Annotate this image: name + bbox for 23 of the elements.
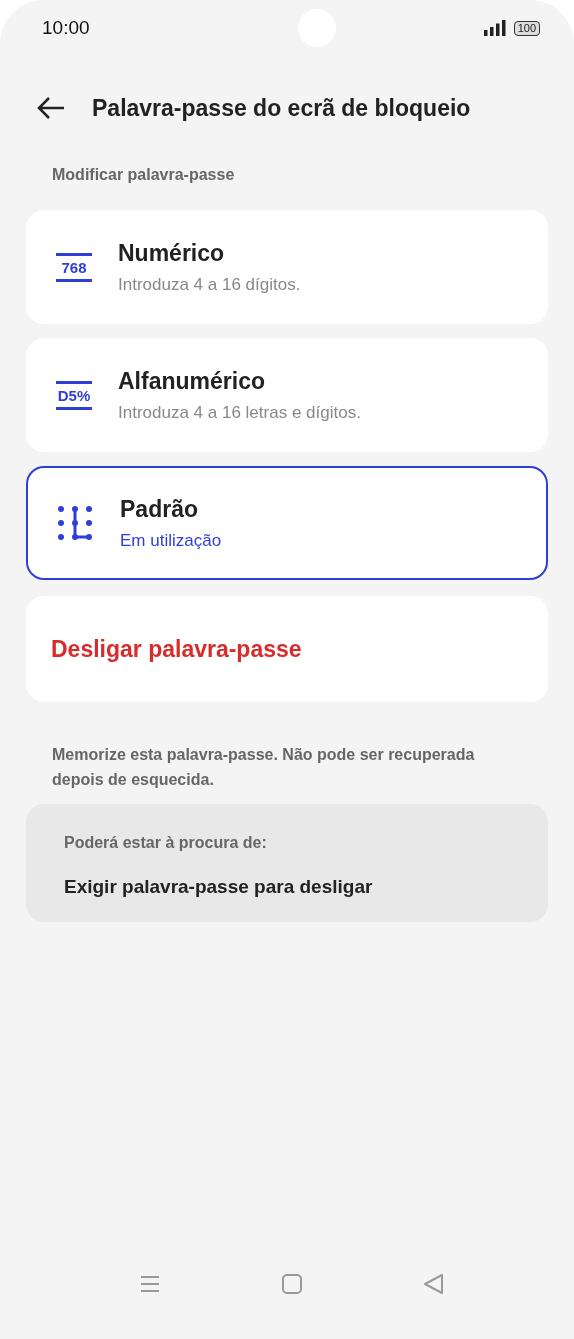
option-subtitle: Em utilização — [120, 530, 222, 551]
section-label: Modificar palavra-passe — [51, 166, 236, 184]
password-option[interactable]: D5% Alfanumérico Introduza 4 a 16 letras e dígitos. — [26, 338, 548, 452]
suggestion-link[interactable]: Exigir palavra-passe para desligar — [64, 876, 510, 898]
option-subtitle: Introduza 4 a 16 dígitos. — [118, 274, 301, 295]
password-option[interactable]: 768 Numérico Introduza 4 a 16 dígitos. — [26, 210, 548, 324]
back-arrow-icon[interactable] — [36, 96, 66, 120]
back-icon[interactable] — [424, 1274, 444, 1294]
note-text: Memorize esta palavra-passe. Não pode ser recuperada depois de esquecida. — [52, 745, 476, 790]
pattern-icon — [56, 504, 94, 542]
option-title: Numérico — [118, 239, 226, 267]
turn-off-button[interactable]: Desligar palavra-passe — [26, 596, 548, 702]
option-subtitle: Introduza 4 a 16 letras e dígitos. — [118, 402, 361, 423]
status-time: 10:00 — [42, 17, 90, 39]
battery-indicator: 100 — [513, 20, 540, 36]
menu-icon[interactable] — [140, 1274, 160, 1294]
option-title: Alfanumérico — [118, 367, 266, 395]
home-icon[interactable] — [282, 1274, 302, 1294]
suggestion-label: Poderá estar à procura de: — [64, 834, 268, 852]
signal-icon — [483, 20, 506, 36]
option-title: Padrão — [120, 495, 199, 523]
password-option[interactable]: Padrão Em utilização — [26, 466, 548, 580]
page-title: Palavra-passe do ecrã de bloqueio — [92, 94, 471, 122]
